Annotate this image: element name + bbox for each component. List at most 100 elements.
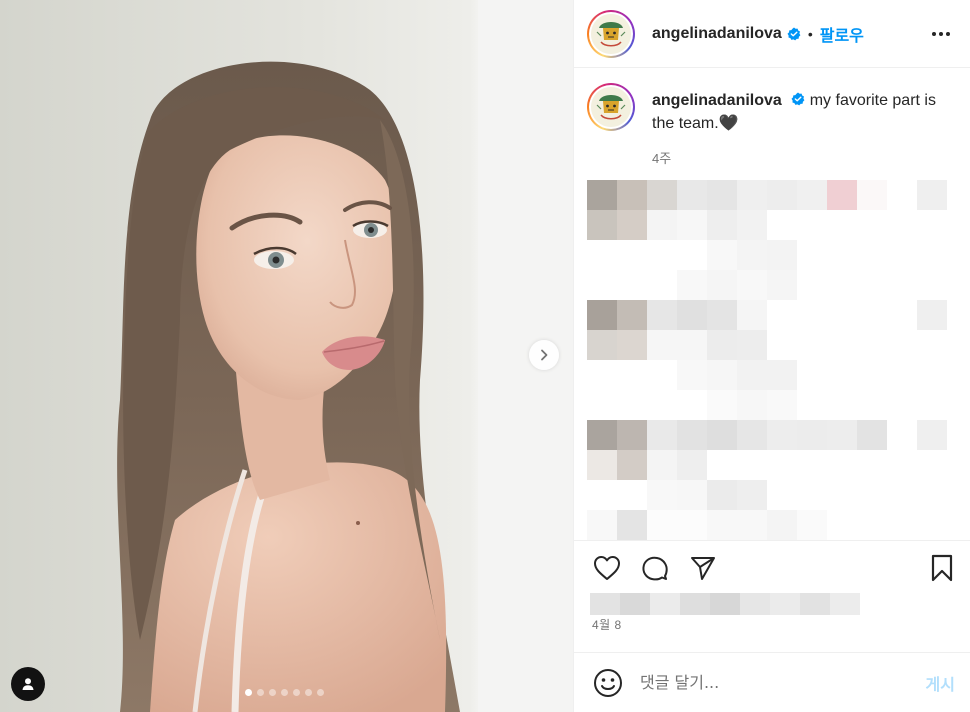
post-comment-button[interactable]: 게시 (926, 671, 955, 695)
blur-pixel (887, 210, 917, 240)
blur-pixel (917, 210, 947, 240)
blur-pixel (737, 330, 767, 360)
blur-pixel (677, 510, 707, 540)
blur-pixel (680, 593, 710, 615)
blur-pixel (857, 300, 887, 330)
blur-pixel (767, 180, 797, 210)
blur-pixel (767, 330, 797, 360)
blur-pixel (917, 510, 947, 540)
blur-pixel (617, 450, 647, 480)
blur-pixel (887, 390, 917, 420)
blurred-comment-row (587, 480, 962, 510)
emoji-picker-button[interactable] (592, 667, 624, 699)
blur-pixel (587, 270, 617, 300)
carousel-dot (257, 689, 264, 696)
user-tags-button[interactable] (11, 667, 45, 701)
blur-pixel (617, 240, 647, 270)
blurred-comment-row (587, 240, 962, 270)
blur-pixel (707, 480, 737, 510)
caption-username[interactable]: angelinadanilova (652, 92, 782, 109)
blur-pixel (647, 480, 677, 510)
blur-pixel (917, 360, 947, 390)
blur-pixel (677, 390, 707, 420)
blurred-comment-row (587, 510, 962, 540)
carousel-dot (293, 689, 300, 696)
blur-pixel (677, 270, 707, 300)
blur-pixel (677, 450, 707, 480)
blur-pixel (767, 510, 797, 540)
blur-pixel (650, 593, 680, 615)
more-options-button[interactable] (929, 22, 953, 46)
story-ring[interactable] (587, 9, 635, 58)
blur-pixel (917, 300, 947, 330)
carousel-next-button[interactable] (529, 340, 559, 370)
blur-pixel (737, 180, 767, 210)
blur-pixel (677, 420, 707, 450)
comment-button[interactable] (640, 553, 670, 583)
blur-pixel (587, 330, 617, 360)
blur-pixel (857, 180, 887, 210)
blur-pixel (677, 180, 707, 210)
author-username[interactable]: angelinadanilova (652, 25, 782, 43)
comments-list-blurred (587, 180, 962, 540)
blur-pixel (647, 300, 677, 330)
paper-plane-icon (691, 557, 715, 580)
save-button[interactable] (927, 553, 957, 583)
blur-pixel (917, 330, 947, 360)
blurred-comment-row (587, 390, 962, 420)
blurred-comment-row (587, 360, 962, 390)
blur-pixel (767, 210, 797, 240)
blurred-comment-row (587, 270, 962, 300)
avatar (591, 13, 631, 54)
blurred-comment-row (587, 180, 962, 210)
separator-dot: • (807, 25, 813, 42)
blur-pixel (887, 510, 917, 540)
blur-pixel (707, 240, 737, 270)
blur-pixel (740, 593, 770, 615)
blur-pixel (797, 240, 827, 270)
blur-pixel (917, 240, 947, 270)
carousel-dot (281, 689, 288, 696)
blur-pixel (587, 480, 617, 510)
blur-pixel (887, 330, 917, 360)
blurred-comment-row (587, 420, 962, 450)
comment-icon (642, 556, 668, 581)
blur-pixel (857, 210, 887, 240)
blur-pixel (827, 330, 857, 360)
follow-button[interactable]: 팔로우 (820, 22, 864, 46)
caption-timestamp[interactable]: 4주 (652, 148, 942, 167)
blur-pixel (677, 360, 707, 390)
caption-story-ring[interactable] (587, 83, 635, 131)
blurred-comment-row (587, 330, 962, 360)
caption-avatar (591, 87, 631, 127)
blur-pixel (800, 593, 830, 615)
carousel-dot (317, 689, 324, 696)
carousel-indicator (245, 689, 324, 696)
blur-pixel (587, 510, 617, 540)
blur-pixel (887, 480, 917, 510)
blur-pixel (767, 450, 797, 480)
blur-pixel (587, 390, 617, 420)
blur-pixel (887, 300, 917, 330)
blur-pixel (647, 510, 677, 540)
blur-pixel (917, 480, 947, 510)
blur-pixel (647, 420, 677, 450)
blur-pixel (767, 300, 797, 330)
blur-pixel (737, 450, 767, 480)
post-date[interactable]: 4월 8 (592, 616, 622, 633)
add-comment-bar: 게시 (574, 652, 970, 712)
blur-pixel (707, 450, 737, 480)
blur-pixel (647, 330, 677, 360)
blur-pixel (857, 480, 887, 510)
blur-pixel (737, 210, 767, 240)
carousel-dot (305, 689, 312, 696)
blur-pixel (590, 593, 620, 615)
blur-pixel (857, 270, 887, 300)
post-media[interactable] (0, 0, 573, 712)
post-side-panel: angelinadanilova • 팔로우 angelinadanilova … (573, 0, 970, 712)
like-button[interactable] (592, 553, 622, 583)
share-button[interactable] (688, 553, 718, 583)
blur-pixel (587, 180, 617, 210)
blur-pixel (827, 510, 857, 540)
comment-input[interactable] (640, 673, 900, 692)
